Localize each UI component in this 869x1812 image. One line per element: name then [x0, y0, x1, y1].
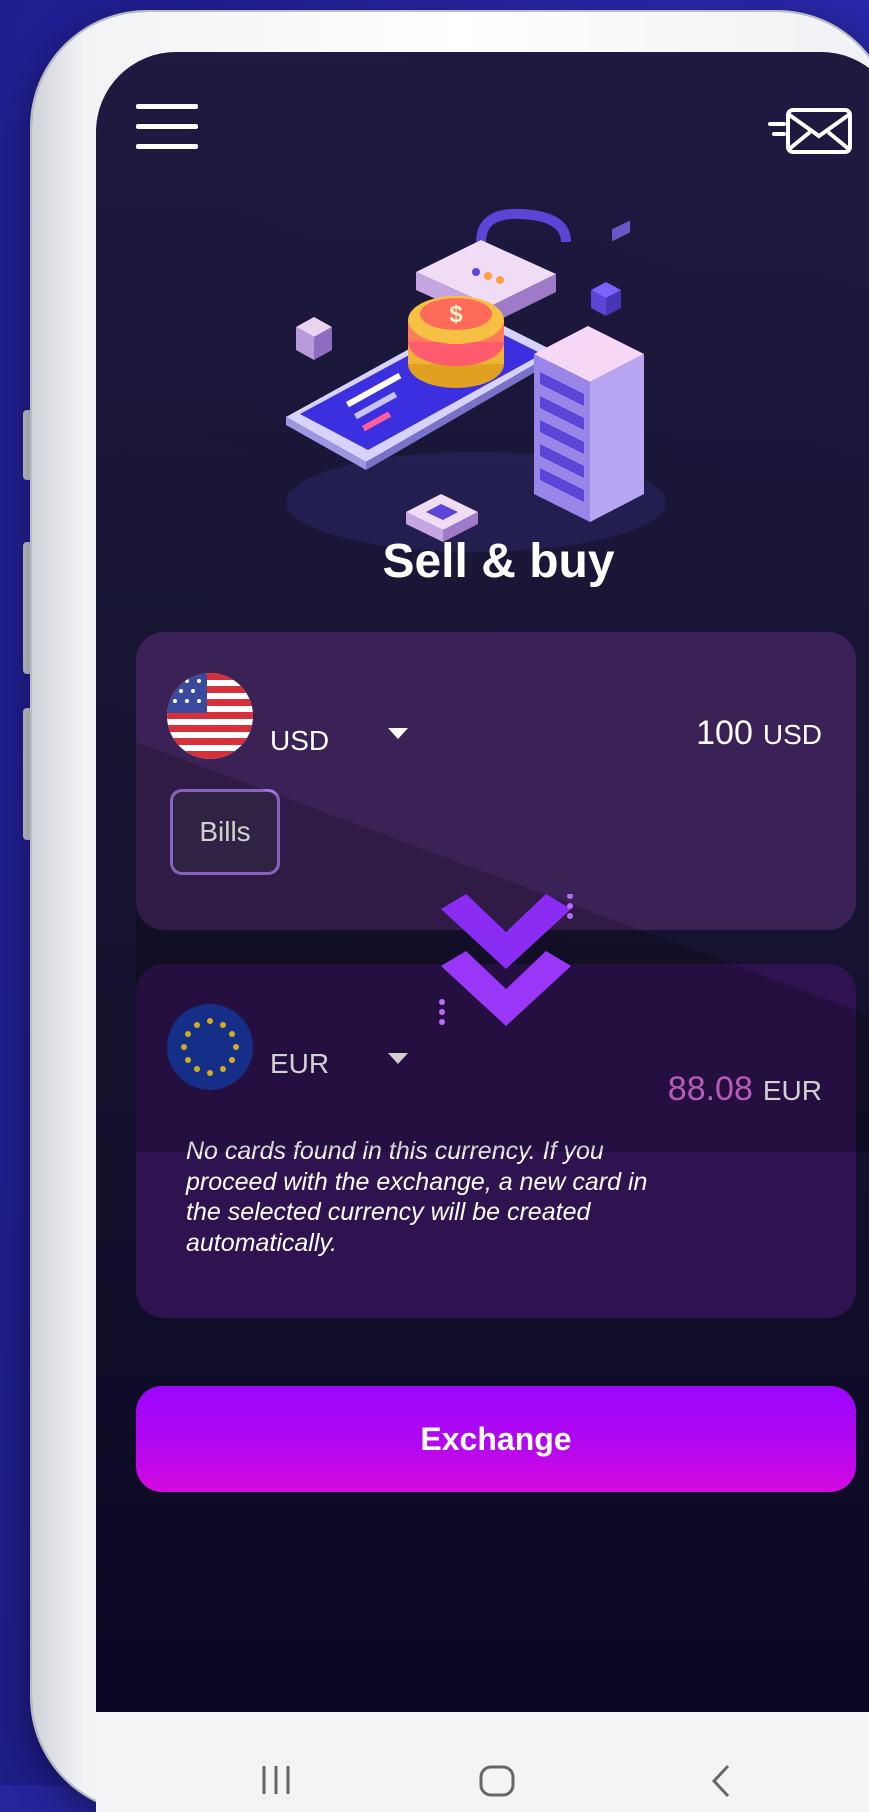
back-icon[interactable] — [706, 1764, 736, 1798]
recent-apps-icon[interactable] — [256, 1764, 296, 1796]
home-icon[interactable] — [478, 1764, 518, 1798]
app-screen: $ Sell & buy USD 100 USD proceed with th… — [96, 52, 869, 1812]
exchange-button[interactable]: Exchange — [136, 1386, 856, 1492]
swap-currencies-button[interactable] — [436, 883, 576, 1034]
no-card-notice: No cards found in this currency. If you … — [186, 1137, 648, 1257]
phone-frame: $ Sell & buy USD 100 USD proceed with th… — [32, 12, 869, 1812]
double-chevron-down-icon — [439, 883, 573, 1026]
